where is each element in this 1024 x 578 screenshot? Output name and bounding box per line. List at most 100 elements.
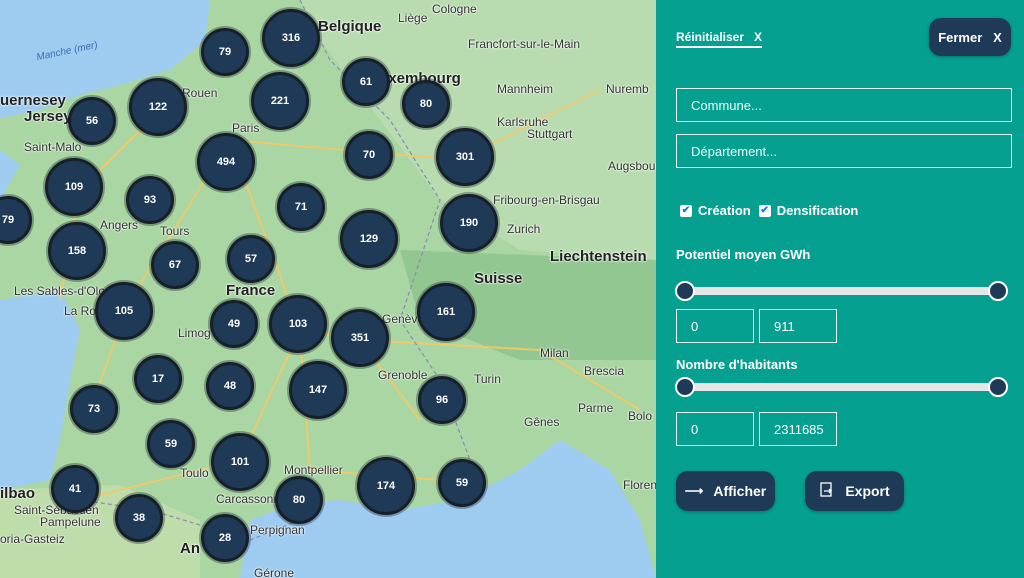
map-place-label: Brescia bbox=[584, 364, 625, 378]
potentiel-label: Potentiel moyen GWh bbox=[676, 247, 811, 262]
map-place-label: Zurich bbox=[507, 222, 541, 236]
cluster-marker[interactable]: 351 bbox=[331, 309, 389, 367]
cluster-marker[interactable]: 103 bbox=[269, 295, 327, 353]
map-place-label: Paris bbox=[232, 121, 260, 135]
habitants-label: Nombre d'habitants bbox=[676, 357, 798, 372]
creation-checkbox[interactable]: ✔ bbox=[680, 204, 692, 217]
habitants-min-input[interactable]: 0 bbox=[676, 412, 754, 446]
map-place-label: Floren bbox=[623, 478, 656, 492]
cluster-marker[interactable]: 41 bbox=[51, 465, 99, 513]
map-place-label: La Ro bbox=[64, 304, 97, 318]
reset-x-icon: X bbox=[754, 30, 763, 44]
potentiel-max-input[interactable]: 911 bbox=[759, 309, 837, 343]
cluster-marker[interactable]: 494 bbox=[197, 133, 255, 191]
cluster-marker[interactable]: 129 bbox=[340, 210, 398, 268]
cluster-marker[interactable]: 57 bbox=[227, 235, 275, 283]
map[interactable]: Belgique Liège Cologne Francfort-sur-le-Mai… bbox=[0, 0, 656, 578]
map-place-label: Nuremb bbox=[606, 82, 649, 96]
cluster-marker[interactable]: 158 bbox=[48, 222, 106, 280]
map-place-label: Liechtenstein bbox=[550, 248, 647, 265]
potentiel-slider-max-handle[interactable] bbox=[988, 281, 1008, 301]
cluster-marker[interactable]: 59 bbox=[438, 459, 486, 507]
cluster-marker[interactable]: 17 bbox=[134, 355, 182, 403]
cluster-marker[interactable]: 59 bbox=[147, 420, 195, 468]
map-place-label: Francfort-sur-le-Main bbox=[468, 37, 581, 51]
cluster-marker[interactable]: 28 bbox=[201, 514, 249, 562]
map-place-label: France bbox=[226, 282, 276, 299]
cluster-marker[interactable]: 80 bbox=[275, 476, 323, 524]
map-place-label: Perpignan bbox=[250, 523, 305, 537]
map-place-label: Toulo bbox=[180, 466, 209, 480]
export-label: Export bbox=[845, 483, 890, 499]
map-place-label: Tours bbox=[160, 224, 190, 238]
cluster-marker[interactable]: 56 bbox=[68, 97, 116, 145]
cluster-marker[interactable]: 71 bbox=[277, 183, 325, 231]
close-label: Fermer bbox=[938, 29, 983, 45]
map-place-label: Angers bbox=[100, 218, 139, 232]
close-button[interactable]: Fermer X bbox=[929, 18, 1011, 56]
arrow-right-icon: ⟶ bbox=[684, 483, 704, 498]
cluster-marker[interactable]: 109 bbox=[45, 158, 103, 216]
map-place-label: uernesey bbox=[0, 92, 66, 109]
afficher-button[interactable]: ⟶ Afficher bbox=[676, 471, 775, 511]
commune-input[interactable] bbox=[676, 88, 1012, 122]
cluster-marker[interactable]: 38 bbox=[115, 494, 163, 542]
cluster-marker[interactable]: 79 bbox=[201, 28, 249, 76]
cluster-marker[interactable]: 70 bbox=[345, 131, 393, 179]
cluster-marker[interactable]: 122 bbox=[129, 78, 187, 136]
map-place-label: An bbox=[180, 540, 200, 557]
map-place-label: Fribourg-en-Brisgau bbox=[493, 193, 600, 207]
cluster-marker[interactable]: 161 bbox=[417, 283, 475, 341]
cluster-marker[interactable]: 105 bbox=[95, 282, 153, 340]
close-x-icon: X bbox=[993, 29, 1002, 45]
map-place-label: Grenoble bbox=[378, 368, 428, 382]
map-place-label: Suisse bbox=[474, 270, 523, 287]
potentiel-slider-min-handle[interactable] bbox=[675, 281, 695, 301]
map-place-label: oria-Gasteiz bbox=[0, 532, 65, 546]
map-place-label: Gênes bbox=[524, 415, 560, 429]
cluster-marker[interactable]: 80 bbox=[402, 80, 450, 128]
cluster-marker[interactable]: 73 bbox=[70, 385, 118, 433]
departement-input[interactable] bbox=[676, 134, 1012, 168]
map-place-label: Mannheim bbox=[497, 82, 554, 96]
map-place-label: Cologne bbox=[432, 2, 477, 16]
map-place-label: Stuttgart bbox=[527, 127, 573, 141]
habitants-slider-min-handle[interactable] bbox=[675, 377, 695, 397]
map-place-label: Turin bbox=[474, 372, 501, 386]
reset-button[interactable]: Réinitialiser X bbox=[676, 30, 763, 48]
map-place-label: Limog bbox=[178, 326, 211, 340]
export-button[interactable]: Export bbox=[805, 471, 904, 511]
map-place-label: Parme bbox=[578, 401, 614, 415]
map-place-label: Rouen bbox=[182, 86, 218, 100]
habitants-slider-track[interactable] bbox=[686, 383, 998, 391]
cluster-marker[interactable]: 190 bbox=[440, 194, 498, 252]
filter-panel: Réinitialiser X Fermer X ✔ Création ✔ De… bbox=[656, 0, 1024, 578]
cluster-marker[interactable]: 147 bbox=[289, 361, 347, 419]
cluster-marker[interactable]: 61 bbox=[342, 58, 390, 106]
cluster-marker[interactable]: 96 bbox=[418, 376, 466, 424]
potentiel-min-input[interactable]: 0 bbox=[676, 309, 754, 343]
map-place-label: Belgique bbox=[318, 18, 382, 35]
map-place-label: Gérone bbox=[254, 566, 295, 578]
reset-label: Réinitialiser bbox=[676, 30, 745, 44]
habitants-max-input[interactable]: 2311685 bbox=[759, 412, 837, 446]
cluster-marker[interactable]: 49 bbox=[210, 300, 258, 348]
export-file-icon bbox=[819, 481, 835, 501]
map-place-label: Liège bbox=[398, 11, 428, 25]
cluster-marker[interactable]: 48 bbox=[206, 362, 254, 410]
cluster-marker[interactable]: 93 bbox=[126, 176, 174, 224]
cluster-marker[interactable]: 301 bbox=[436, 128, 494, 186]
cluster-marker[interactable]: 67 bbox=[151, 241, 199, 289]
type-checkboxes: ✔ Création ✔ Densification bbox=[680, 203, 858, 218]
densification-checkbox[interactable]: ✔ bbox=[758, 204, 771, 217]
map-place-label: Montpellier bbox=[284, 463, 343, 477]
cluster-marker[interactable]: 221 bbox=[251, 72, 309, 130]
habitants-slider-max-handle[interactable] bbox=[988, 377, 1008, 397]
potentiel-slider-track[interactable] bbox=[686, 287, 998, 295]
afficher-label: Afficher bbox=[713, 483, 767, 499]
creation-label: Création bbox=[698, 203, 751, 218]
cluster-marker[interactable]: 316 bbox=[262, 9, 320, 67]
cluster-marker[interactable]: 101 bbox=[211, 433, 269, 491]
cluster-marker[interactable]: 174 bbox=[357, 457, 415, 515]
map-place-label: ilbao bbox=[0, 485, 36, 502]
